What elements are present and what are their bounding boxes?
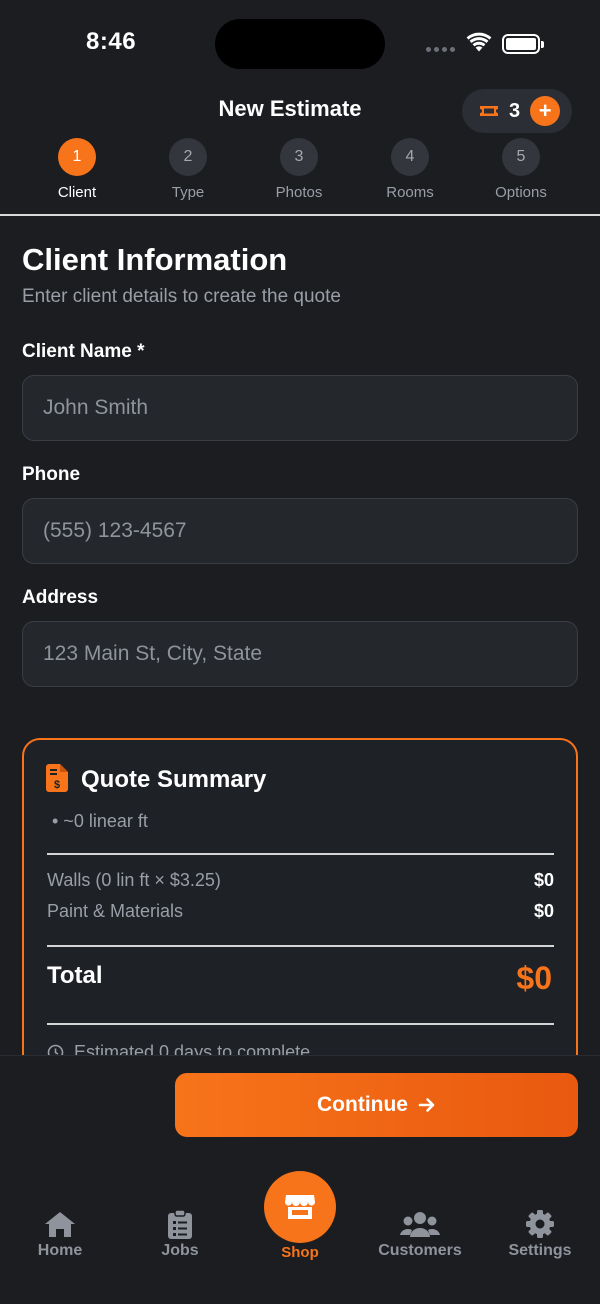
clipboard-list-icon	[168, 1209, 192, 1239]
divider	[47, 853, 554, 855]
add-credits-button[interactable]: +	[530, 96, 561, 126]
battery-icon	[502, 34, 544, 54]
step-client[interactable]: 1 Client	[27, 138, 127, 201]
continue-button[interactable]: Continue	[175, 1073, 578, 1137]
line-item-name: Walls (0 lin ft × $3.25)	[47, 870, 221, 890]
quote-summary-title: Quote Summary	[81, 766, 267, 793]
status-time: 8:46	[86, 28, 137, 55]
client-name-input[interactable]	[22, 375, 578, 441]
line-item-amount: $0	[533, 870, 554, 890]
svg-text:$: $	[54, 779, 60, 791]
phone-input[interactable]	[22, 498, 578, 564]
dynamic-island	[215, 19, 385, 69]
tab-bar: Home Jobs Shop Customers Settings	[0, 1160, 600, 1304]
line-item-amount: $0	[533, 901, 554, 921]
step-indicator: 1 Client 2 Type 3 Photos 4 Rooms 5 Optio…	[0, 138, 600, 216]
step-label: Type	[171, 184, 205, 201]
step-label: Rooms	[386, 184, 434, 201]
tab-label: Home	[37, 1242, 83, 1259]
line-item-name: Paint & Materials	[47, 901, 184, 921]
step-label: Photos	[275, 184, 323, 201]
tab-label: Shop	[281, 1244, 319, 1261]
divider	[47, 945, 554, 947]
tab-home[interactable]: Home	[0, 1208, 120, 1260]
gear-icon	[526, 1210, 554, 1238]
users-icon	[400, 1212, 440, 1237]
tab-label: Jobs	[161, 1242, 199, 1259]
step-label: Options	[495, 184, 547, 201]
section-subtitle: Enter client details to create the quote	[22, 286, 341, 307]
address-label: Address	[22, 587, 99, 608]
divider	[47, 1023, 554, 1025]
step-rooms[interactable]: 4 Rooms	[360, 138, 460, 201]
step-number: 4	[391, 138, 429, 176]
section-title: Client Information	[22, 242, 288, 277]
credits-badge[interactable]: 3 +	[462, 89, 572, 133]
credits-count: 3	[509, 99, 521, 122]
step-photos[interactable]: 3 Photos	[249, 138, 349, 201]
linear-feet-summary: • ~0 linear ft	[52, 811, 148, 831]
step-number: 1	[58, 138, 96, 176]
total-value: $0	[516, 960, 552, 996]
line-item-row: Paint & Materials $0	[47, 901, 554, 922]
step-number: 2	[169, 138, 207, 176]
arrow-right-icon	[418, 1098, 435, 1112]
tab-customers[interactable]: Customers	[360, 1208, 480, 1260]
continue-label: Continue	[317, 1093, 408, 1116]
wifi-icon	[466, 32, 492, 52]
step-number: 5	[502, 138, 540, 176]
status-bar: 8:46	[0, 0, 600, 86]
tab-label: Customers	[378, 1242, 462, 1259]
total-label: Total	[47, 962, 103, 989]
line-item-row: Walls (0 lin ft × $3.25) $0	[47, 870, 554, 891]
invoice-dollar-icon: $	[46, 764, 68, 792]
step-number: 3	[280, 138, 318, 176]
ticket-icon	[480, 106, 498, 116]
step-label: Client	[57, 184, 97, 201]
tab-settings[interactable]: Settings	[480, 1208, 600, 1260]
client-name-label: Client Name *	[22, 341, 145, 362]
address-input[interactable]	[22, 621, 578, 687]
step-options[interactable]: 5 Options	[471, 138, 571, 201]
store-icon	[285, 1195, 315, 1219]
home-icon	[45, 1212, 75, 1237]
cellular-signal-icon	[426, 47, 455, 52]
tab-jobs[interactable]: Jobs	[120, 1208, 240, 1260]
tab-shop[interactable]	[264, 1171, 336, 1243]
step-type[interactable]: 2 Type	[138, 138, 238, 201]
phone-label: Phone	[22, 464, 81, 485]
tab-label: Settings	[508, 1242, 572, 1259]
